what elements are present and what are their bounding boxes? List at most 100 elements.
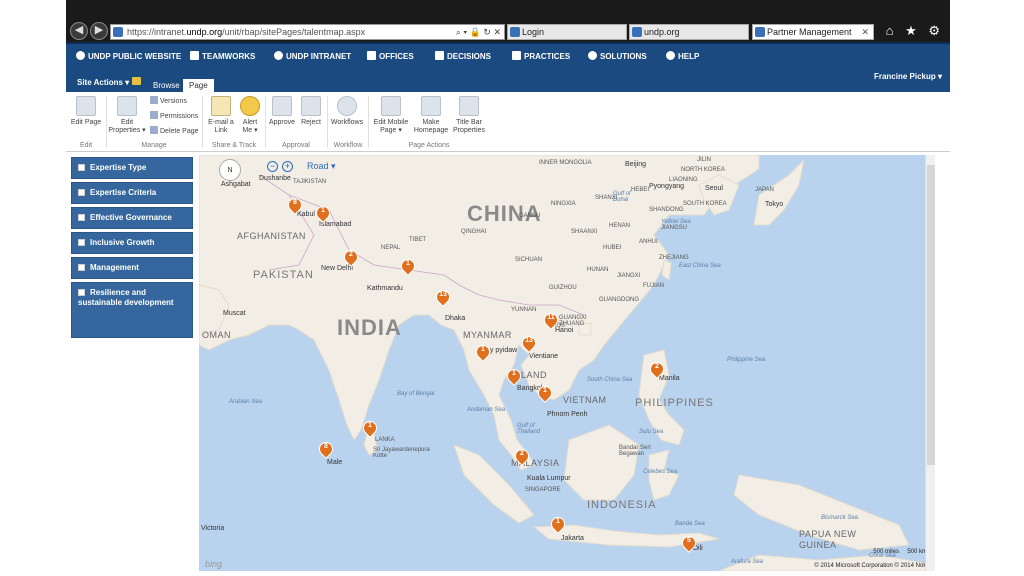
- edit-mobile-page-button[interactable]: Edit Mobile Page ▾: [371, 96, 411, 135]
- group-label-manage: Manage: [141, 142, 167, 149]
- city-seoul: Seoul: [705, 185, 723, 192]
- map-marker[interactable]: 1: [360, 418, 380, 439]
- nav-undp-intranet[interactable]: UNDP INTRANET: [274, 51, 351, 61]
- folder-icon[interactable]: [132, 77, 141, 85]
- forward-button[interactable]: ▶: [90, 22, 108, 40]
- permissions-icon: [150, 111, 158, 119]
- edit-properties-button[interactable]: Edit Properties ▾: [108, 96, 146, 135]
- ribbon-separator: [327, 96, 328, 148]
- building-icon: [367, 51, 376, 60]
- nav-offices[interactable]: OFFICES: [367, 51, 414, 61]
- delete-page-button[interactable]: Delete Page: [150, 126, 199, 135]
- map-marker[interactable]: 11: [541, 310, 561, 331]
- map-marker[interactable]: 8: [285, 195, 305, 216]
- checkbox-icon[interactable]: [78, 264, 85, 271]
- approve-button[interactable]: Approve: [268, 96, 296, 127]
- map-marker[interactable]: 1: [535, 383, 555, 404]
- marker-count: 1: [368, 422, 372, 429]
- nav-practices[interactable]: PRACTICES: [512, 51, 570, 61]
- nav-undp-public-website[interactable]: UNDP PUBLIC WEBSITE: [76, 51, 181, 61]
- email-link-button[interactable]: E-mail a Link: [206, 96, 236, 135]
- map-marker[interactable]: 2: [512, 446, 532, 467]
- nav-decisions[interactable]: DECISIONS: [435, 51, 491, 61]
- checkbox-icon[interactable]: [78, 289, 85, 296]
- address-bar[interactable]: https://intranet.undp.org/unit/rbap/site…: [110, 24, 505, 40]
- marker-count: 13: [525, 337, 533, 344]
- scrollbar-thumb[interactable]: [927, 165, 935, 465]
- checkbox-icon[interactable]: [78, 164, 85, 171]
- site-favicon-icon: [113, 27, 123, 37]
- reject-icon: [301, 96, 321, 116]
- group-label-edit: Edit: [79, 142, 93, 149]
- map-marker[interactable]: 2: [341, 247, 361, 268]
- nav-teamworks[interactable]: TEAMWORKS: [190, 51, 255, 61]
- envelope-icon: [211, 96, 231, 116]
- label-nepal: NEPAL: [381, 245, 401, 251]
- site-actions-menu[interactable]: Site Actions ▾: [77, 78, 129, 87]
- nav-label: UNDP INTRANET: [286, 52, 352, 61]
- address-tools-icon[interactable]: ⌕ ▾ 🔒 ↻ ✕: [456, 25, 501, 39]
- map-marker[interactable]: 2: [647, 359, 667, 380]
- user-menu[interactable]: Francine Pickup ▾: [874, 72, 942, 81]
- label-guangxi: GUANGXI ZHUANG: [559, 315, 587, 327]
- city-dhaka: Dhaka: [445, 315, 466, 322]
- workflows-button[interactable]: Workflows: [329, 96, 365, 127]
- facet-expertise-type[interactable]: Expertise Type: [71, 157, 193, 179]
- tab-favicon-icon: [755, 27, 765, 37]
- map-marker[interactable]: 1: [504, 366, 524, 387]
- map-marker[interactable]: 8: [316, 439, 336, 460]
- map-marker[interactable]: 13: [519, 333, 539, 354]
- close-tab-icon[interactable]: ✕: [861, 25, 869, 39]
- talent-map[interactable]: N − + Road ▾ CHINA INDIA PAKISTAN AFGHANI…: [199, 155, 935, 571]
- nav-help[interactable]: HELP: [666, 51, 699, 61]
- tab-login[interactable]: Login: [507, 24, 627, 40]
- map-style-select[interactable]: Road ▾: [307, 161, 336, 172]
- facet-inclusive-growth[interactable]: Inclusive Growth: [71, 232, 193, 254]
- nav-label: DECISIONS: [447, 52, 492, 61]
- map-marker[interactable]: 1: [398, 256, 418, 277]
- bell-icon: [240, 96, 260, 116]
- map-marker[interactable]: 1: [313, 203, 333, 224]
- button-label: E-mail a Link: [208, 119, 234, 134]
- tab-undp[interactable]: undp.org: [629, 24, 749, 40]
- checkbox-icon[interactable]: [78, 239, 85, 246]
- nav-label: TEAMWORKS: [202, 52, 256, 61]
- map-marker[interactable]: 5: [679, 533, 699, 554]
- label-hunan: HUNAN: [587, 267, 609, 273]
- map-marker[interactable]: 13: [433, 287, 453, 308]
- marker-count: 8: [293, 199, 297, 206]
- zoom-in-icon[interactable]: +: [282, 161, 293, 172]
- map-marker[interactable]: 1: [548, 514, 568, 535]
- city-jakarta: Jakarta: [561, 535, 584, 542]
- facet-expertise-criteria[interactable]: Expertise Criteria: [71, 182, 193, 204]
- checkbox-icon[interactable]: [78, 189, 85, 196]
- map-scrollbar[interactable]: [925, 155, 935, 571]
- tab-page[interactable]: Page: [183, 79, 214, 92]
- compass-control[interactable]: N: [219, 159, 241, 181]
- edit-page-button[interactable]: Edit Page: [68, 96, 104, 127]
- facet-management[interactable]: Management: [71, 257, 193, 279]
- label-gulf-of-bohai: Gulf of Bohai: [613, 191, 631, 203]
- facet-effective-governance[interactable]: Effective Governance: [71, 207, 193, 229]
- permissions-button[interactable]: Permissions: [150, 111, 198, 120]
- label-gansu: GANSU: [519, 213, 541, 219]
- facet-resilience[interactable]: Resilience and sustainable development: [71, 282, 193, 338]
- home-favorites-settings-icons[interactable]: ⌂ ★ ⚙: [886, 23, 944, 39]
- map-marker[interactable]: 1: [473, 342, 493, 363]
- approve-icon: [272, 96, 292, 116]
- versions-button[interactable]: Versions: [150, 96, 187, 105]
- checkbox-icon[interactable]: [78, 214, 85, 221]
- tab-browse[interactable]: Browse: [147, 79, 186, 92]
- label-arafura-sea: Arafura Sea: [731, 559, 764, 565]
- zoom-out-icon[interactable]: −: [267, 161, 278, 172]
- button-label: Delete Page: [160, 128, 199, 135]
- title-bar-properties-button[interactable]: Title Bar Properties: [451, 96, 487, 135]
- group-label-approval: Approval: [282, 142, 310, 149]
- marker-count: 1: [481, 346, 485, 353]
- back-button[interactable]: ◀: [70, 22, 88, 40]
- nav-solutions[interactable]: SOLUTIONS: [588, 51, 647, 61]
- reject-button[interactable]: Reject: [298, 96, 324, 127]
- tab-partner-management[interactable]: Partner Management ✕: [752, 24, 874, 40]
- alert-me-button[interactable]: Alert Me ▾: [238, 96, 262, 135]
- make-homepage-button[interactable]: Make Homepage: [412, 96, 450, 135]
